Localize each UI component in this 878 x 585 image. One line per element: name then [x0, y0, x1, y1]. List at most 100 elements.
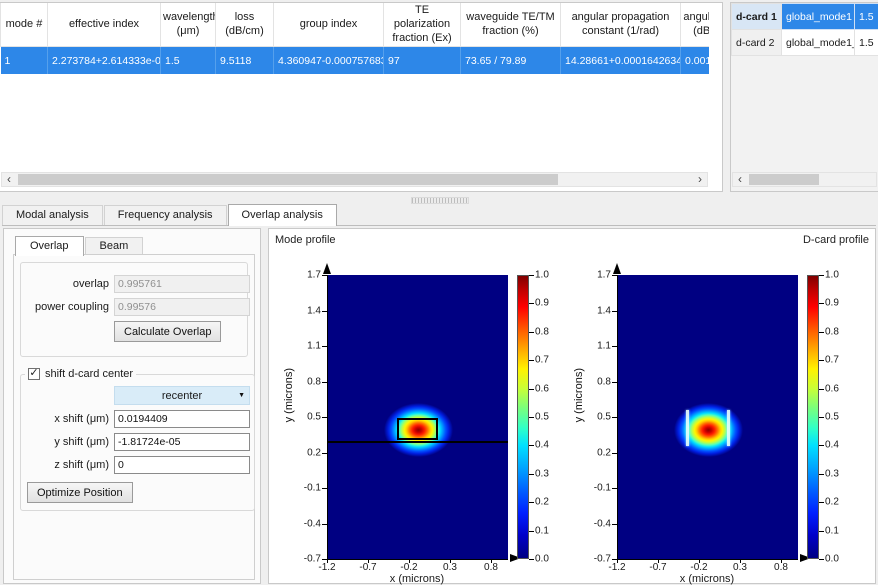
mode-table-column-header[interactable]: TE polarization fraction (Ex)	[384, 3, 461, 47]
tab-frequency-analysis[interactable]: Frequency analysis	[104, 205, 227, 225]
dcard-row[interactable]: d-card 1global_mode11.5	[732, 4, 878, 30]
dcard-value-cell[interactable]: 1.5	[855, 30, 878, 56]
mode-table-cell[interactable]: 1.5	[161, 47, 216, 75]
dcard-label-cell[interactable]: d-card 1	[732, 4, 782, 30]
mode-table-viewport: ˆmode # effective index wavelength (μm) los…	[0, 3, 709, 171]
substrate-line	[328, 441, 508, 443]
scrollbar-thumb[interactable]	[18, 174, 558, 185]
mode-profile-title: Mode profile	[275, 234, 336, 246]
x-tick-label: -0.7	[649, 562, 666, 573]
x-tick-label: -1.2	[318, 562, 335, 573]
colorbar-tick-label: 0.1	[535, 526, 549, 537]
mode-table-cell[interactable]: 73.65 / 79.89	[461, 47, 561, 75]
sort-asc-icon[interactable]: ˆ	[22, 3, 25, 12]
x-tick-mark	[617, 559, 618, 563]
dcard-profile-heatmap[interactable]	[617, 275, 798, 560]
z-shift-label: z shift (μm)	[25, 459, 109, 471]
y-tick-mark	[612, 311, 617, 312]
mode-table-column-header[interactable]: ˆmode #	[1, 3, 48, 47]
mode-table-cell[interactable]: 9.5118	[216, 47, 274, 75]
z-shift-field[interactable]	[114, 456, 250, 474]
overlap-beam-tabbar: OverlapBeam	[15, 235, 144, 255]
y-tick-label: -0.7	[581, 554, 611, 565]
overlap-tab-content: overlap power coupling Calculate Overlap…	[13, 254, 255, 580]
scroll-right-icon[interactable]: ›	[693, 173, 707, 186]
x-shift-label: x shift (μm)	[25, 413, 109, 425]
mode-table-column-header[interactable]: effective index	[48, 3, 161, 47]
scroll-left-icon[interactable]: ‹	[733, 173, 747, 186]
mode-table-cell[interactable]: 1	[1, 47, 48, 75]
subtab-overlap[interactable]: Overlap	[15, 236, 84, 256]
mode-table-column-header[interactable]: angular loss (dB/rad)	[681, 3, 710, 47]
colorbar-tick-label: 0.9	[535, 298, 549, 309]
mode-table-column-label: loss (dB/cm)	[225, 11, 264, 37]
mode-table-cell[interactable]: 97	[384, 47, 461, 75]
power-coupling-value-field[interactable]	[114, 298, 250, 316]
mode-table-cell[interactable]: 14.28661+0.0001642634i	[561, 47, 681, 75]
colorbar-tick-label: 0.7	[535, 355, 549, 366]
recenter-dropdown[interactable]: recenter ▼	[114, 386, 250, 405]
waveguide-outline	[397, 418, 438, 440]
colorbar-tick-label: 0.9	[825, 298, 839, 309]
dcard-label-cell[interactable]: d-card 2	[732, 30, 782, 56]
y-tick-mark	[322, 311, 327, 312]
scroll-left-icon[interactable]: ‹	[2, 173, 16, 186]
x-tick-mark	[409, 559, 410, 563]
colorbar-tick-mark	[529, 417, 534, 418]
mode-table-hscrollbar[interactable]: ‹ ›	[1, 172, 708, 187]
x-tick-label: 0.8	[774, 562, 788, 573]
y-tick-mark	[612, 488, 617, 489]
y-axis-arrow-icon	[613, 263, 621, 274]
power-coupling-label: power coupling	[25, 301, 109, 313]
x-tick-mark	[491, 559, 492, 563]
colorbar-tick-label: 0.0	[535, 554, 549, 565]
colorbar-tick-mark	[529, 474, 534, 475]
colorbar-tick-mark	[529, 531, 534, 532]
shift-dcard-label: shift d-card center	[45, 368, 133, 380]
x-shift-field[interactable]	[114, 410, 250, 428]
y-tick-label: 1.7	[291, 270, 321, 281]
overlap-value-field[interactable]	[114, 275, 250, 293]
mode-table-column-header[interactable]: angular propagation constant (1/rad)	[561, 3, 681, 47]
scrollbar-thumb[interactable]	[749, 174, 819, 185]
colorbar-tick-label: 0.8	[535, 327, 549, 338]
mode-table-column-header[interactable]: wavelength (μm)	[161, 3, 216, 47]
mode-table-column-label: angular loss (dB/rad)	[683, 11, 709, 37]
colorbar-tick-mark	[819, 303, 824, 304]
horizontal-splitter[interactable]	[0, 194, 878, 205]
mode-table-cell[interactable]: 4.360947-0.0007576831i	[274, 47, 384, 75]
mode-table-column-label: effective index	[69, 18, 139, 30]
dcard-value-cell[interactable]: 1.5	[855, 4, 878, 30]
mode-table-column-header[interactable]: loss (dB/cm)	[216, 3, 274, 47]
colorbar-tick-mark	[819, 559, 824, 560]
dcard-row[interactable]: d-card 2global_mode1_21.5	[732, 30, 878, 56]
mode-table-column-label: group index	[300, 18, 358, 30]
mode-profile-heatmap[interactable]	[327, 275, 508, 560]
optimize-position-button[interactable]: Optimize Position	[27, 482, 133, 503]
subtab-beam[interactable]: Beam	[85, 237, 144, 255]
mode-table-cell[interactable]: 0.00142677	[681, 47, 710, 75]
calculate-overlap-button[interactable]: Calculate Overlap	[114, 321, 221, 342]
tab-modal-analysis[interactable]: Modal analysis	[2, 205, 103, 225]
mode-table-column-header[interactable]: group index	[274, 3, 384, 47]
application-window: ˆmode # effective index wavelength (μm) los…	[0, 0, 878, 585]
dcard-name-cell[interactable]: global_mode1	[782, 4, 855, 30]
dcard-name-cell[interactable]: global_mode1_2	[782, 30, 855, 56]
mode-table-cell[interactable]: 2.273784+2.614333e-05i	[48, 47, 161, 75]
mode-table-header-row: ˆmode # effective index wavelength (μm) los…	[1, 3, 710, 47]
y-tick-mark	[322, 346, 327, 347]
dcard-hscrollbar[interactable]: ‹	[732, 172, 877, 187]
mode-table-column-header[interactable]: waveguide TE/TM fraction (%)	[461, 3, 561, 47]
shift-dcard-checkbox[interactable]: ✓	[28, 368, 40, 380]
y-tick-label: -0.7	[291, 554, 321, 565]
colorbar-tick-mark	[819, 332, 824, 333]
tab-overlap-analysis[interactable]: Overlap analysis	[228, 204, 337, 226]
x-tick-mark	[699, 559, 700, 563]
y-tick-mark	[612, 346, 617, 347]
colorbar-tick-label: 0.4	[825, 440, 839, 451]
x-tick-label: 0.8	[484, 562, 498, 573]
mode-table-row[interactable]: 12.273784+2.614333e-05i1.59.51184.360947…	[1, 47, 710, 75]
y-shift-field[interactable]	[114, 433, 250, 451]
splitter-grip-icon[interactable]	[411, 197, 469, 204]
shift-dcard-group: ✓ shift d-card center recenter ▼ x shift…	[20, 368, 255, 511]
